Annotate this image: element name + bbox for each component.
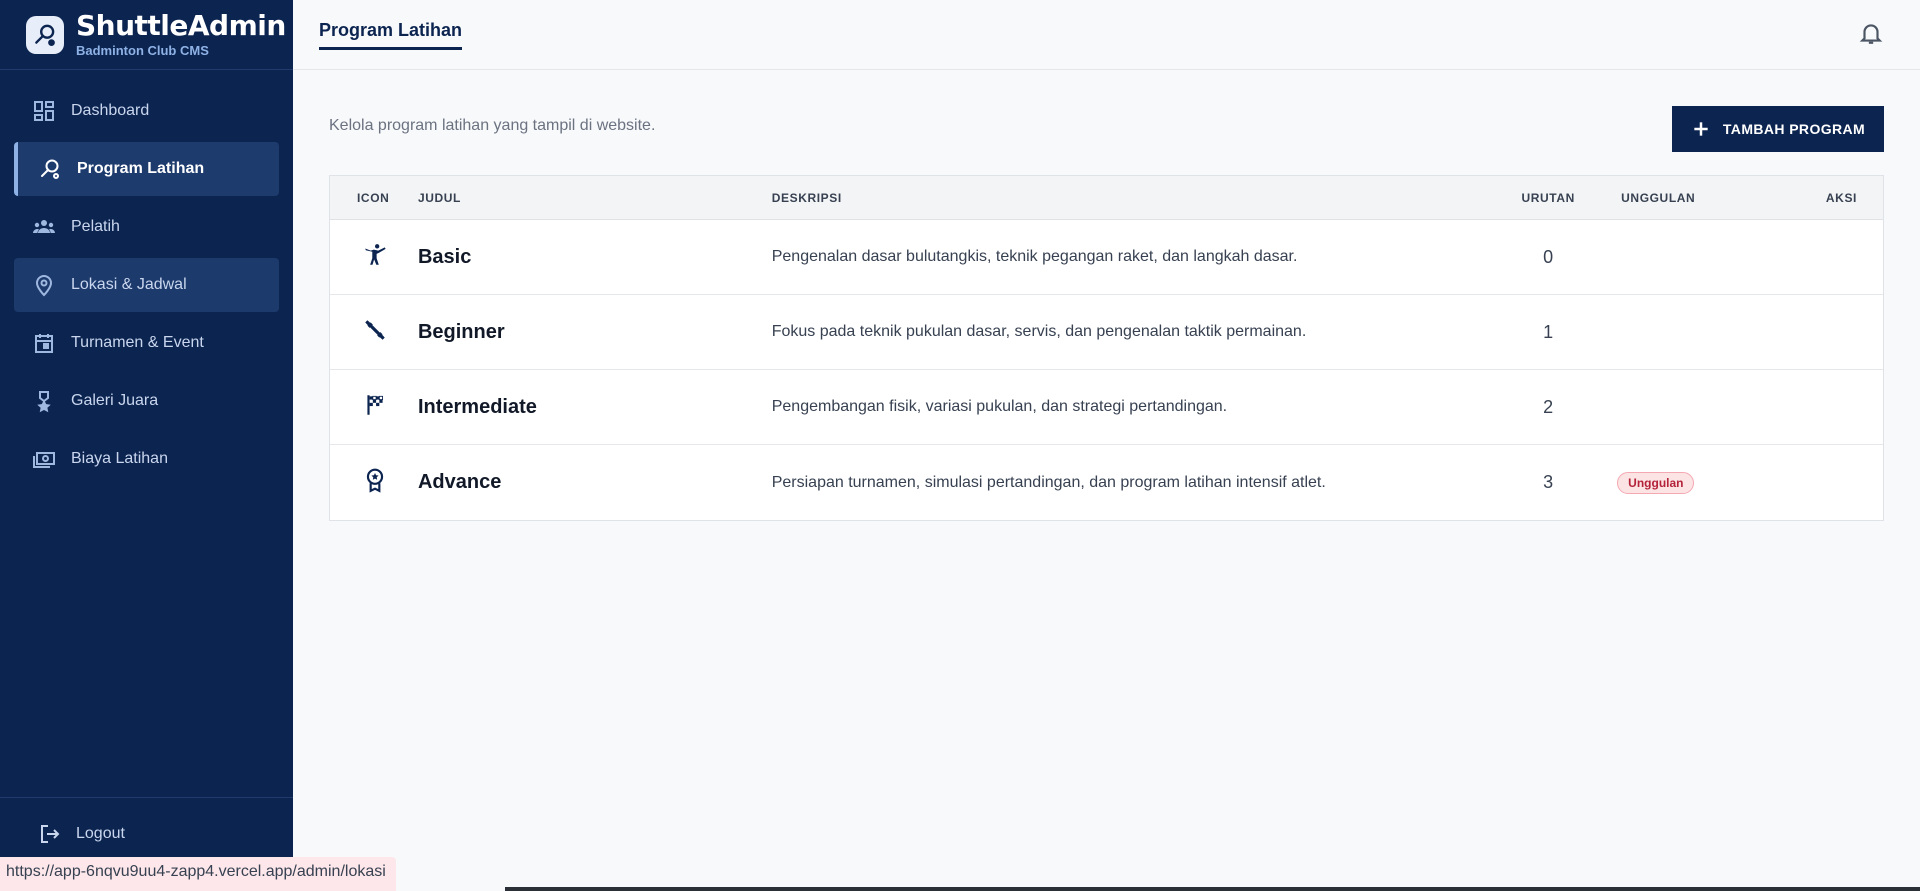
logout-icon (41, 825, 60, 843)
brand-title: ShuttleAdmin (76, 9, 286, 42)
sidebar-item-label: Biaya Latihan (71, 450, 168, 467)
program-description: Fokus pada teknik pukulan dasar, servis,… (771, 323, 1307, 340)
featured-badge: Unggulan (1617, 471, 1695, 494)
racket-icon (41, 159, 59, 179)
money-icon (33, 452, 55, 468)
sidebar-item-dashboard[interactable]: Dashboard (14, 84, 279, 138)
logout-button[interactable]: Logout (38, 822, 293, 846)
location-pin-icon (35, 275, 53, 297)
bottom-bar (505, 887, 1920, 891)
table-row[interactable]: Advance Persiapan turnamen, simulasi per… (330, 445, 1883, 520)
program-order: 3 (1543, 472, 1554, 492)
column-header-deskripsi: DESKRIPSI (771, 190, 842, 205)
column-header-icon: ICON (357, 190, 390, 205)
table-row[interactable]: Basic Pengenalan dasar bulutangkis, tekn… (330, 220, 1883, 295)
program-order: 0 (1543, 246, 1554, 267)
column-header-urutan: URUTAN (1521, 190, 1575, 205)
program-title: Intermediate (417, 395, 537, 418)
medal-icon (37, 391, 51, 413)
sidebar-item-turnamen-event[interactable]: Turnamen & Event (14, 316, 279, 370)
sidebar-item-pelatih[interactable]: Pelatih (14, 200, 279, 254)
logout-label: Logout (76, 825, 125, 842)
main-content: Kelola program latihan yang tampil di we… (329, 70, 1884, 521)
sidebar-item-label: Program Latihan (77, 160, 205, 177)
sidebar-item-lokasi-jadwal[interactable]: Lokasi & Jadwal (14, 258, 279, 312)
groups-icon (33, 220, 55, 233)
program-order: 2 (1543, 396, 1554, 417)
program-description: Pengenalan dasar bulutangkis, teknik peg… (771, 248, 1298, 265)
sidebar-item-label: Pelatih (71, 218, 120, 235)
sidebar-item-label: Turnamen & Event (71, 334, 204, 351)
program-title: Beginner (417, 320, 505, 343)
calendar-icon (35, 334, 53, 353)
program-title: Basic (417, 245, 472, 268)
checkered-flag-icon (367, 394, 384, 415)
page-description: Kelola program latihan yang tampil di we… (329, 117, 656, 134)
table-header: ICON JUDUL DESKRIPSI URUTAN UNGGULAN AKS… (330, 176, 1883, 220)
sidebar-item-label: Galeri Juara (71, 392, 159, 409)
sidebar: ShuttleAdmin Badminton Club CMS Dashboar… (0, 0, 293, 891)
program-description: Pengembangan fisik, variasi pukulan, dan… (771, 398, 1228, 415)
fitness-icon (365, 319, 385, 340)
sidebar-item-label: Dashboard (71, 102, 150, 119)
sports-kabaddi-icon (365, 243, 386, 265)
table-row[interactable]: Beginner Fokus pada teknik pukulan dasar… (330, 295, 1883, 370)
status-bar-url: https://app-6nqvu9uu4-zapp4.vercel.app/a… (0, 857, 396, 891)
plus-icon (1694, 122, 1708, 136)
topbar: Program Latihan (293, 0, 1920, 70)
sidebar-item-biaya-latihan[interactable]: Biaya Latihan (14, 432, 279, 486)
brand-logo-icon (26, 15, 64, 54)
logout-section: Logout (0, 797, 293, 846)
program-table: ICON JUDUL DESKRIPSI URUTAN UNGGULAN AKS… (329, 175, 1884, 521)
program-description: Persiapan turnamen, simulasi pertandinga… (771, 473, 1326, 491)
program-title: Advance (417, 471, 502, 493)
award-icon (366, 468, 384, 493)
sidebar-nav: Dashboard Program Latihan Pelatih Lokasi… (0, 70, 293, 486)
bell-icon[interactable] (1858, 20, 1884, 46)
dashboard-icon (34, 101, 54, 121)
program-order: 1 (1543, 321, 1554, 342)
sidebar-item-label: Lokasi & Jadwal (71, 276, 187, 293)
sidebar-item-galeri-juara[interactable]: Galeri Juara (14, 374, 279, 428)
column-header-judul: JUDUL (417, 190, 461, 205)
program-featured: Unggulan (1595, 471, 1795, 494)
brand-subtitle: Badminton Club CMS (76, 43, 209, 58)
page-title: Program Latihan (319, 20, 463, 50)
add-program-label: TAMBAH PROGRAM (1722, 121, 1866, 137)
column-header-aksi: AKSI (1825, 190, 1857, 205)
sidebar-item-program-latihan[interactable]: Program Latihan (14, 142, 279, 196)
add-program-button[interactable]: TAMBAH PROGRAM (1672, 106, 1884, 152)
brand[interactable]: ShuttleAdmin Badminton Club CMS (0, 0, 293, 70)
table-row[interactable]: Intermediate Pengembangan fisik, variasi… (330, 370, 1883, 445)
column-header-unggulan: UNGGULAN (1621, 190, 1696, 205)
